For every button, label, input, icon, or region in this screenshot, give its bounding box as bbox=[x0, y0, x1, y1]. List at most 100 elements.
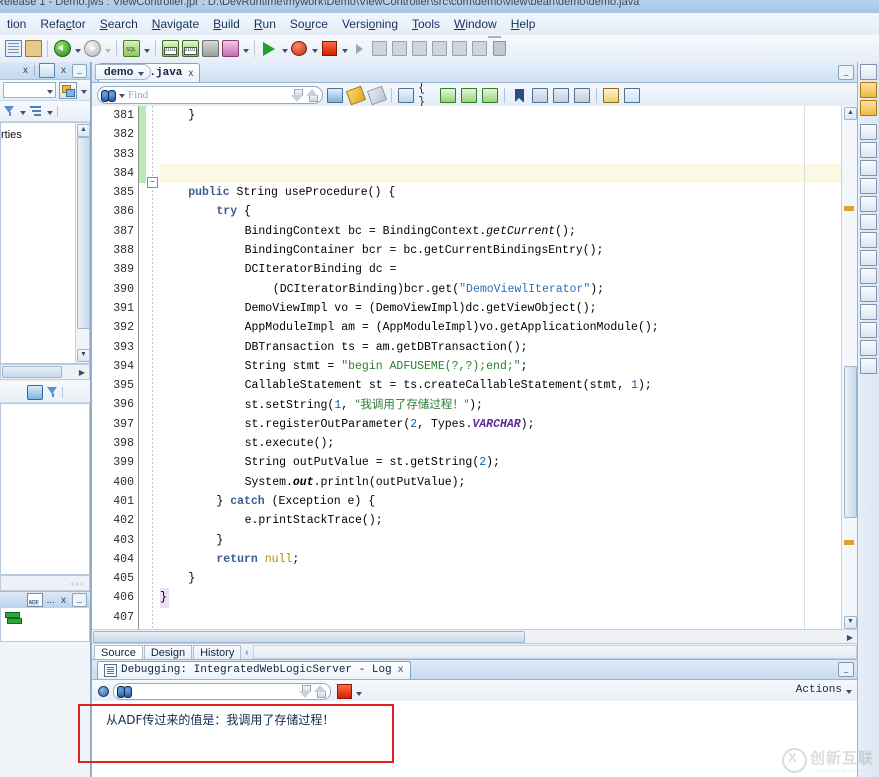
run-manager-dropdown[interactable] bbox=[240, 38, 250, 59]
dock-icon-4[interactable] bbox=[860, 178, 877, 194]
step-to-end-icon[interactable] bbox=[429, 38, 449, 59]
menu-item-versioning[interactable]: Versioning bbox=[335, 15, 405, 33]
trash-icon[interactable] bbox=[489, 38, 509, 59]
code-line[interactable]: st.registerOutParameter(2, Types.VARCHAR… bbox=[160, 415, 857, 434]
editor-hscroll-thumb[interactable] bbox=[93, 631, 525, 643]
component-palette-icon[interactable] bbox=[860, 64, 877, 80]
scroll-up-arrow[interactable]: ▲ bbox=[77, 124, 89, 137]
editor-marker-warning-2[interactable] bbox=[844, 540, 854, 545]
code-line[interactable]: BindingContext bc = BindingContext.getCu… bbox=[160, 222, 857, 241]
dock-icon-14[interactable] bbox=[860, 358, 877, 374]
run-manager-icon[interactable] bbox=[220, 38, 240, 59]
code-line[interactable]: DCIteratorBinding dc = bbox=[160, 260, 857, 279]
code-line[interactable]: } bbox=[160, 569, 857, 588]
code-line[interactable] bbox=[160, 125, 857, 144]
sql-worksheet-icon[interactable]: SQL bbox=[121, 38, 141, 59]
tree-view-icon[interactable] bbox=[30, 105, 42, 117]
redo-refactor-icon[interactable] bbox=[460, 86, 478, 104]
left-panel-footer-close[interactable]: x bbox=[59, 595, 68, 606]
log-find-next-icon[interactable] bbox=[299, 684, 312, 698]
deploy-icon[interactable] bbox=[200, 38, 220, 59]
step-over-icon[interactable] bbox=[369, 38, 389, 59]
dock-icon-3[interactable] bbox=[860, 160, 877, 176]
left-panel-body-2[interactable] bbox=[0, 403, 90, 575]
debug-dropdown[interactable] bbox=[309, 38, 319, 59]
step-into-icon[interactable] bbox=[389, 38, 409, 59]
indent-icon[interactable] bbox=[481, 86, 499, 104]
tab-design[interactable]: Design bbox=[143, 644, 193, 660]
find-next-icon[interactable] bbox=[291, 88, 304, 102]
code-block-icon[interactable]: { } bbox=[418, 81, 436, 109]
split-editor-horizontal-icon[interactable] bbox=[602, 86, 620, 104]
code-line[interactable]: } bbox=[160, 106, 857, 125]
code-line[interactable]: BindingContainer bcr = bc.getCurrentBind… bbox=[160, 241, 857, 260]
step-out-icon[interactable] bbox=[409, 38, 429, 59]
left-panel-doc-icon[interactable] bbox=[39, 63, 55, 78]
dock-icon-7[interactable] bbox=[860, 232, 877, 248]
menu-item-build[interactable]: Build bbox=[206, 15, 247, 33]
dock-icon-10[interactable] bbox=[860, 286, 877, 302]
menu-item-search[interactable]: Search bbox=[93, 15, 145, 33]
code-line[interactable]: try { bbox=[160, 202, 857, 221]
dock-icon-11[interactable] bbox=[860, 304, 877, 320]
menu-item-tools[interactable]: Tools bbox=[405, 15, 447, 33]
tab-history[interactable]: History bbox=[193, 644, 242, 660]
hscroll-thumb[interactable] bbox=[2, 366, 62, 378]
left-panel-hscrollbar-2[interactable]: ‹‹‹ bbox=[0, 575, 90, 591]
make-icon[interactable]: 0101 bbox=[160, 38, 180, 59]
code-folding-column[interactable]: − bbox=[146, 106, 160, 630]
toggle-line-numbers-icon[interactable] bbox=[397, 86, 415, 104]
code-line[interactable]: } bbox=[160, 588, 169, 608]
dock-icon-9[interactable] bbox=[860, 268, 877, 284]
properties-icon[interactable] bbox=[860, 100, 877, 116]
code-line[interactable]: (DCIteratorBinding)bcr.get("DemoViewlIte… bbox=[160, 280, 857, 299]
sql-worksheet-dropdown[interactable] bbox=[141, 38, 151, 59]
debug-icon[interactable] bbox=[289, 38, 309, 59]
code-line[interactable]: String outPutValue = st.getString(2); bbox=[160, 453, 857, 472]
terminate-dropdown[interactable] bbox=[339, 38, 349, 59]
step-next-icon[interactable] bbox=[449, 38, 469, 59]
dock-icon-8[interactable] bbox=[860, 250, 877, 266]
log-tab-debugging[interactable]: Debugging: IntegratedWebLogicServer - Lo… bbox=[97, 660, 411, 679]
menu-item-help[interactable]: Help bbox=[504, 15, 543, 33]
menu-item-source[interactable]: Source bbox=[283, 15, 335, 33]
navigate-back-dropdown[interactable] bbox=[72, 38, 82, 59]
editor-scroll-thumb[interactable] bbox=[844, 366, 857, 518]
dock-icon-6[interactable] bbox=[860, 214, 877, 230]
code-line[interactable]: return null; bbox=[160, 550, 857, 569]
scroll-down-arrow[interactable]: ▼ bbox=[77, 349, 89, 362]
split-editor-vertical-icon[interactable] bbox=[623, 86, 641, 104]
log-output[interactable]: 从ADF传过来的值是：我调用了存储过程！ bbox=[92, 701, 857, 777]
run-dropdown[interactable] bbox=[279, 38, 289, 59]
editor-vertical-scrollbar[interactable]: ▲ ▼ bbox=[841, 106, 857, 630]
code-line[interactable]: String stmt = "begin ADFUSEME(?,?);end;"… bbox=[160, 357, 857, 376]
log-tab-close[interactable]: x bbox=[398, 665, 404, 676]
code-line[interactable]: DBTransaction ts = am.getDBTransaction()… bbox=[160, 338, 857, 357]
paste-icon[interactable] bbox=[23, 38, 43, 59]
dock-icon-5[interactable] bbox=[860, 196, 877, 212]
layout-toggle-icon[interactable] bbox=[59, 81, 77, 99]
navigate-back-icon[interactable] bbox=[52, 38, 72, 59]
navigate-forward-dropdown[interactable] bbox=[102, 38, 112, 59]
editor-scroll-down[interactable]: ▼ bbox=[844, 616, 857, 629]
pause-icon[interactable] bbox=[469, 38, 489, 59]
left-panel-scrollbar[interactable]: ▲ ▼ bbox=[75, 123, 89, 363]
code-line[interactable]: AppModuleImpl am = (AppModuleImpl)vo.get… bbox=[160, 318, 857, 337]
code-line[interactable]: } catch (Exception e) { bbox=[160, 492, 857, 511]
left-panel-close-2[interactable]: x bbox=[59, 65, 68, 76]
menu-item-refactor[interactable]: Refactor bbox=[33, 15, 92, 33]
terminate-icon[interactable] bbox=[319, 38, 339, 59]
adf-refresh-icon[interactable] bbox=[5, 611, 22, 625]
left-panel-hscrollbar[interactable]: ▶ bbox=[0, 364, 90, 380]
code-line[interactable] bbox=[160, 163, 857, 184]
code-line[interactable]: DemoViewImpl vo = (DemoViewImpl)dc.getVi… bbox=[160, 299, 857, 318]
find-previous-icon[interactable] bbox=[306, 88, 319, 102]
dock-icon-1[interactable] bbox=[860, 124, 877, 140]
code-line[interactable]: st.setString(1, "我调用了存储过程！"); bbox=[160, 395, 857, 414]
code-text[interactable]: } public String useProcedure() {try {Bin… bbox=[160, 106, 857, 630]
run-icon[interactable] bbox=[259, 38, 279, 59]
menu-item-navigate[interactable]: Navigate bbox=[145, 15, 206, 33]
dock-icon-2[interactable] bbox=[860, 142, 877, 158]
editor-tab-close[interactable]: x bbox=[188, 68, 193, 79]
rebuild-icon[interactable]: 0101 bbox=[180, 38, 200, 59]
